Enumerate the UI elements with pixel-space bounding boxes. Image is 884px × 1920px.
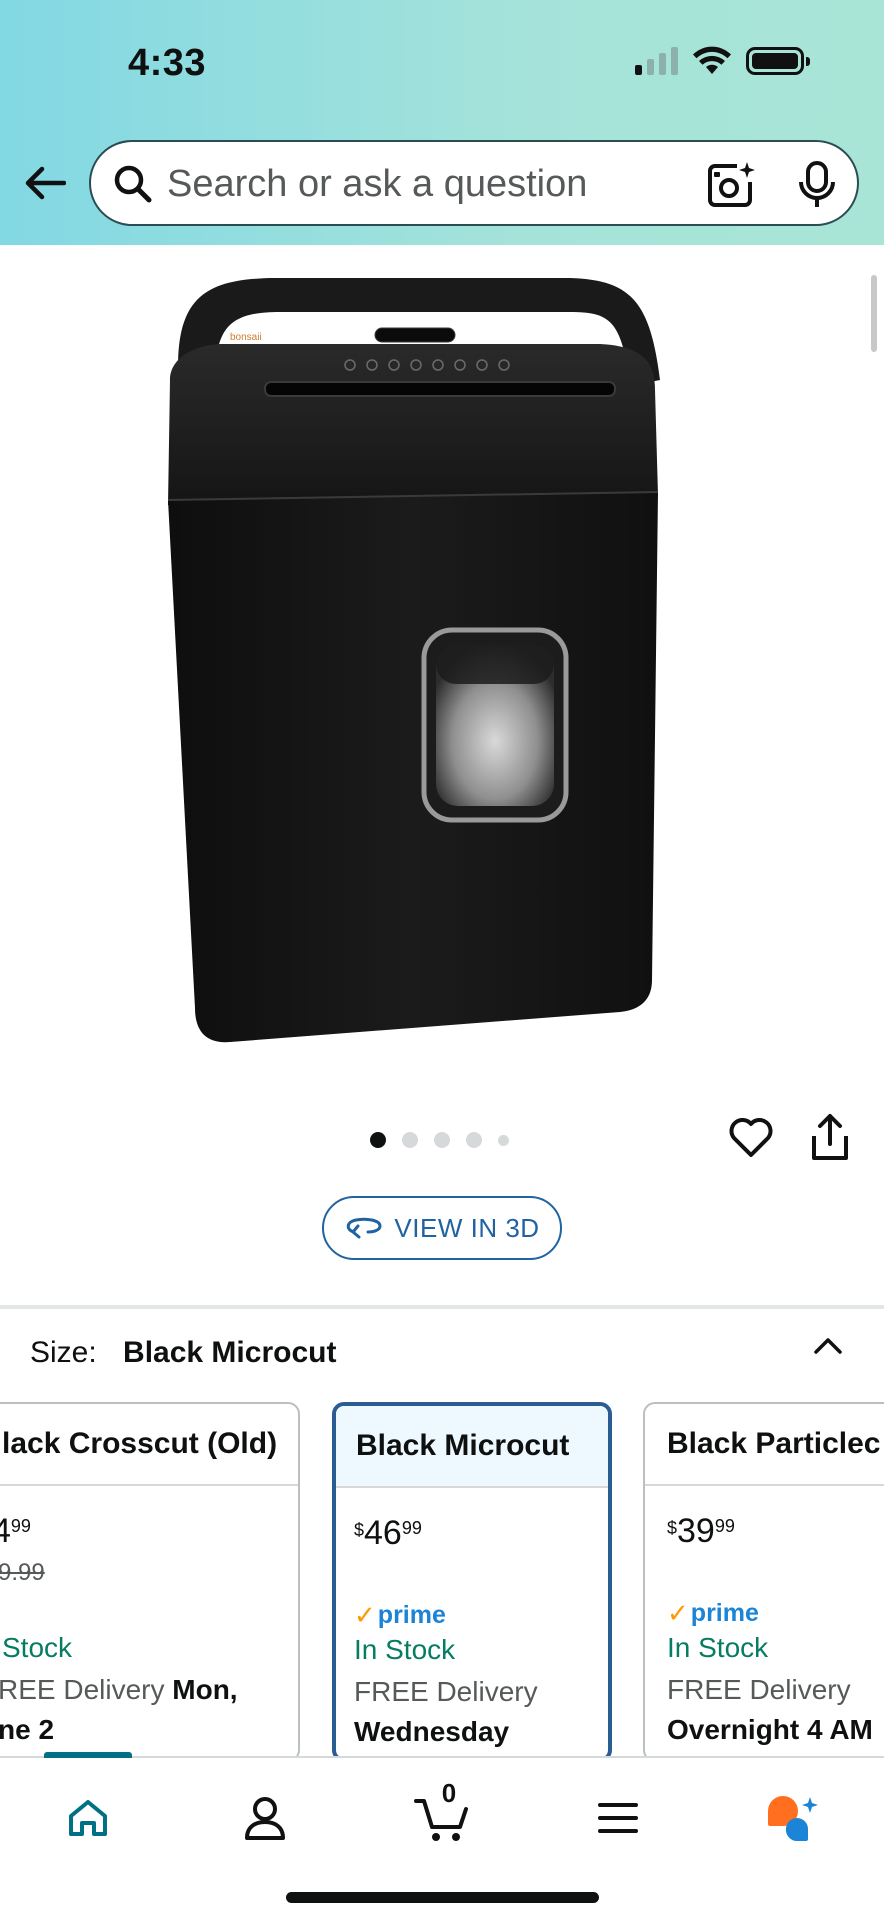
menu-icon [598, 1803, 638, 1833]
camera-lens-icon[interactable] [705, 160, 755, 210]
cellular-signal-icon [635, 47, 678, 75]
back-arrow-icon [25, 166, 66, 200]
rotate-3d-icon [347, 1217, 382, 1239]
nav-menu[interactable] [588, 1788, 648, 1848]
variant-title: lack Crosscut (Old) [0, 1404, 298, 1486]
image-pager[interactable] [370, 1132, 509, 1148]
pager-dot[interactable] [402, 1132, 418, 1148]
size-value: Black Microcut [123, 1336, 337, 1369]
scroll-indicator[interactable] [871, 275, 877, 352]
cart-count-badge: 0 [441, 1778, 457, 1808]
account-icon [245, 1797, 285, 1840]
section-divider [0, 1305, 884, 1309]
search-bar[interactable] [89, 140, 859, 226]
wifi-icon [693, 46, 731, 74]
variant-stock: In Stock [354, 1634, 456, 1665]
status-icons [635, 46, 810, 76]
rufus-ai-icon [768, 1796, 818, 1842]
pager-dot[interactable] [498, 1134, 509, 1146]
product-image[interactable]: bonsaii [150, 260, 740, 1060]
view-in-3d-button[interactable]: VIEW IN 3D [322, 1196, 562, 1260]
svg-text:bonsaii: bonsaii [230, 332, 262, 343]
prime-badge: ✓ prime [354, 1600, 446, 1630]
variant-delivery: REE Delivery Mon, ne 2 [0, 1674, 238, 1745]
chevron-up-icon[interactable] [812, 1330, 844, 1362]
variant-price: $3999 [667, 1512, 735, 1550]
variant-card-black-microcut[interactable]: Black Microcut $4699 ✓ prime In Stock FRE… [332, 1402, 612, 1762]
prime-check-icon: ✓ [667, 1598, 689, 1628]
variant-price: $4699 [354, 1514, 422, 1552]
pager-dot[interactable] [370, 1132, 386, 1148]
product-page: 4:33 Search or ask a question bonsaii VI… [0, 0, 884, 1920]
back-button[interactable] [22, 160, 68, 206]
variant-delivery: FREE Delivery Overnight 4 AM [667, 1674, 873, 1745]
home-icon [69, 1800, 107, 1836]
variant-stock: In Stock [667, 1632, 769, 1663]
nav-home[interactable] [58, 1788, 118, 1848]
view-in-3d-label: VIEW IN 3D [394, 1212, 540, 1243]
active-tab-indicator [44, 1752, 132, 1758]
home-indicator[interactable] [286, 1892, 599, 1903]
pager-dot[interactable] [466, 1132, 482, 1148]
prime-check-icon: ✓ [354, 1600, 376, 1630]
nav-rufus[interactable] [762, 1788, 822, 1848]
variant-price: 499 [0, 1512, 31, 1550]
microphone-icon[interactable] [795, 160, 839, 210]
search-icon [114, 165, 152, 203]
battery-icon [746, 47, 810, 75]
variant-delivery: FREE Delivery Wednesday [354, 1676, 538, 1747]
header-bar: 4:33 [0, 0, 884, 245]
variant-title: Black Microcut [336, 1406, 608, 1488]
size-label: Size: [30, 1336, 97, 1369]
status-time: 4:33 [128, 42, 207, 84]
search-input[interactable] [167, 160, 667, 208]
variant-list-price: 9.99 [0, 1559, 45, 1586]
variant-card-black-crosscut[interactable]: lack Crosscut (Old) 499 9.99 Stock REE D… [0, 1402, 300, 1762]
variant-title: Black Particlec [645, 1404, 884, 1486]
pager-dot[interactable] [434, 1132, 450, 1148]
size-selector-header[interactable]: Size: Black Microcut [30, 1336, 336, 1370]
prime-badge: ✓ prime [667, 1598, 759, 1628]
share-icon[interactable] [808, 1112, 852, 1162]
variant-card-black-particlecut[interactable]: Black Particlec $3999 ✓ prime In Stock FR… [643, 1402, 884, 1762]
variant-stock: Stock [2, 1632, 73, 1663]
nav-account[interactable] [235, 1788, 295, 1848]
heart-icon[interactable] [728, 1114, 774, 1160]
